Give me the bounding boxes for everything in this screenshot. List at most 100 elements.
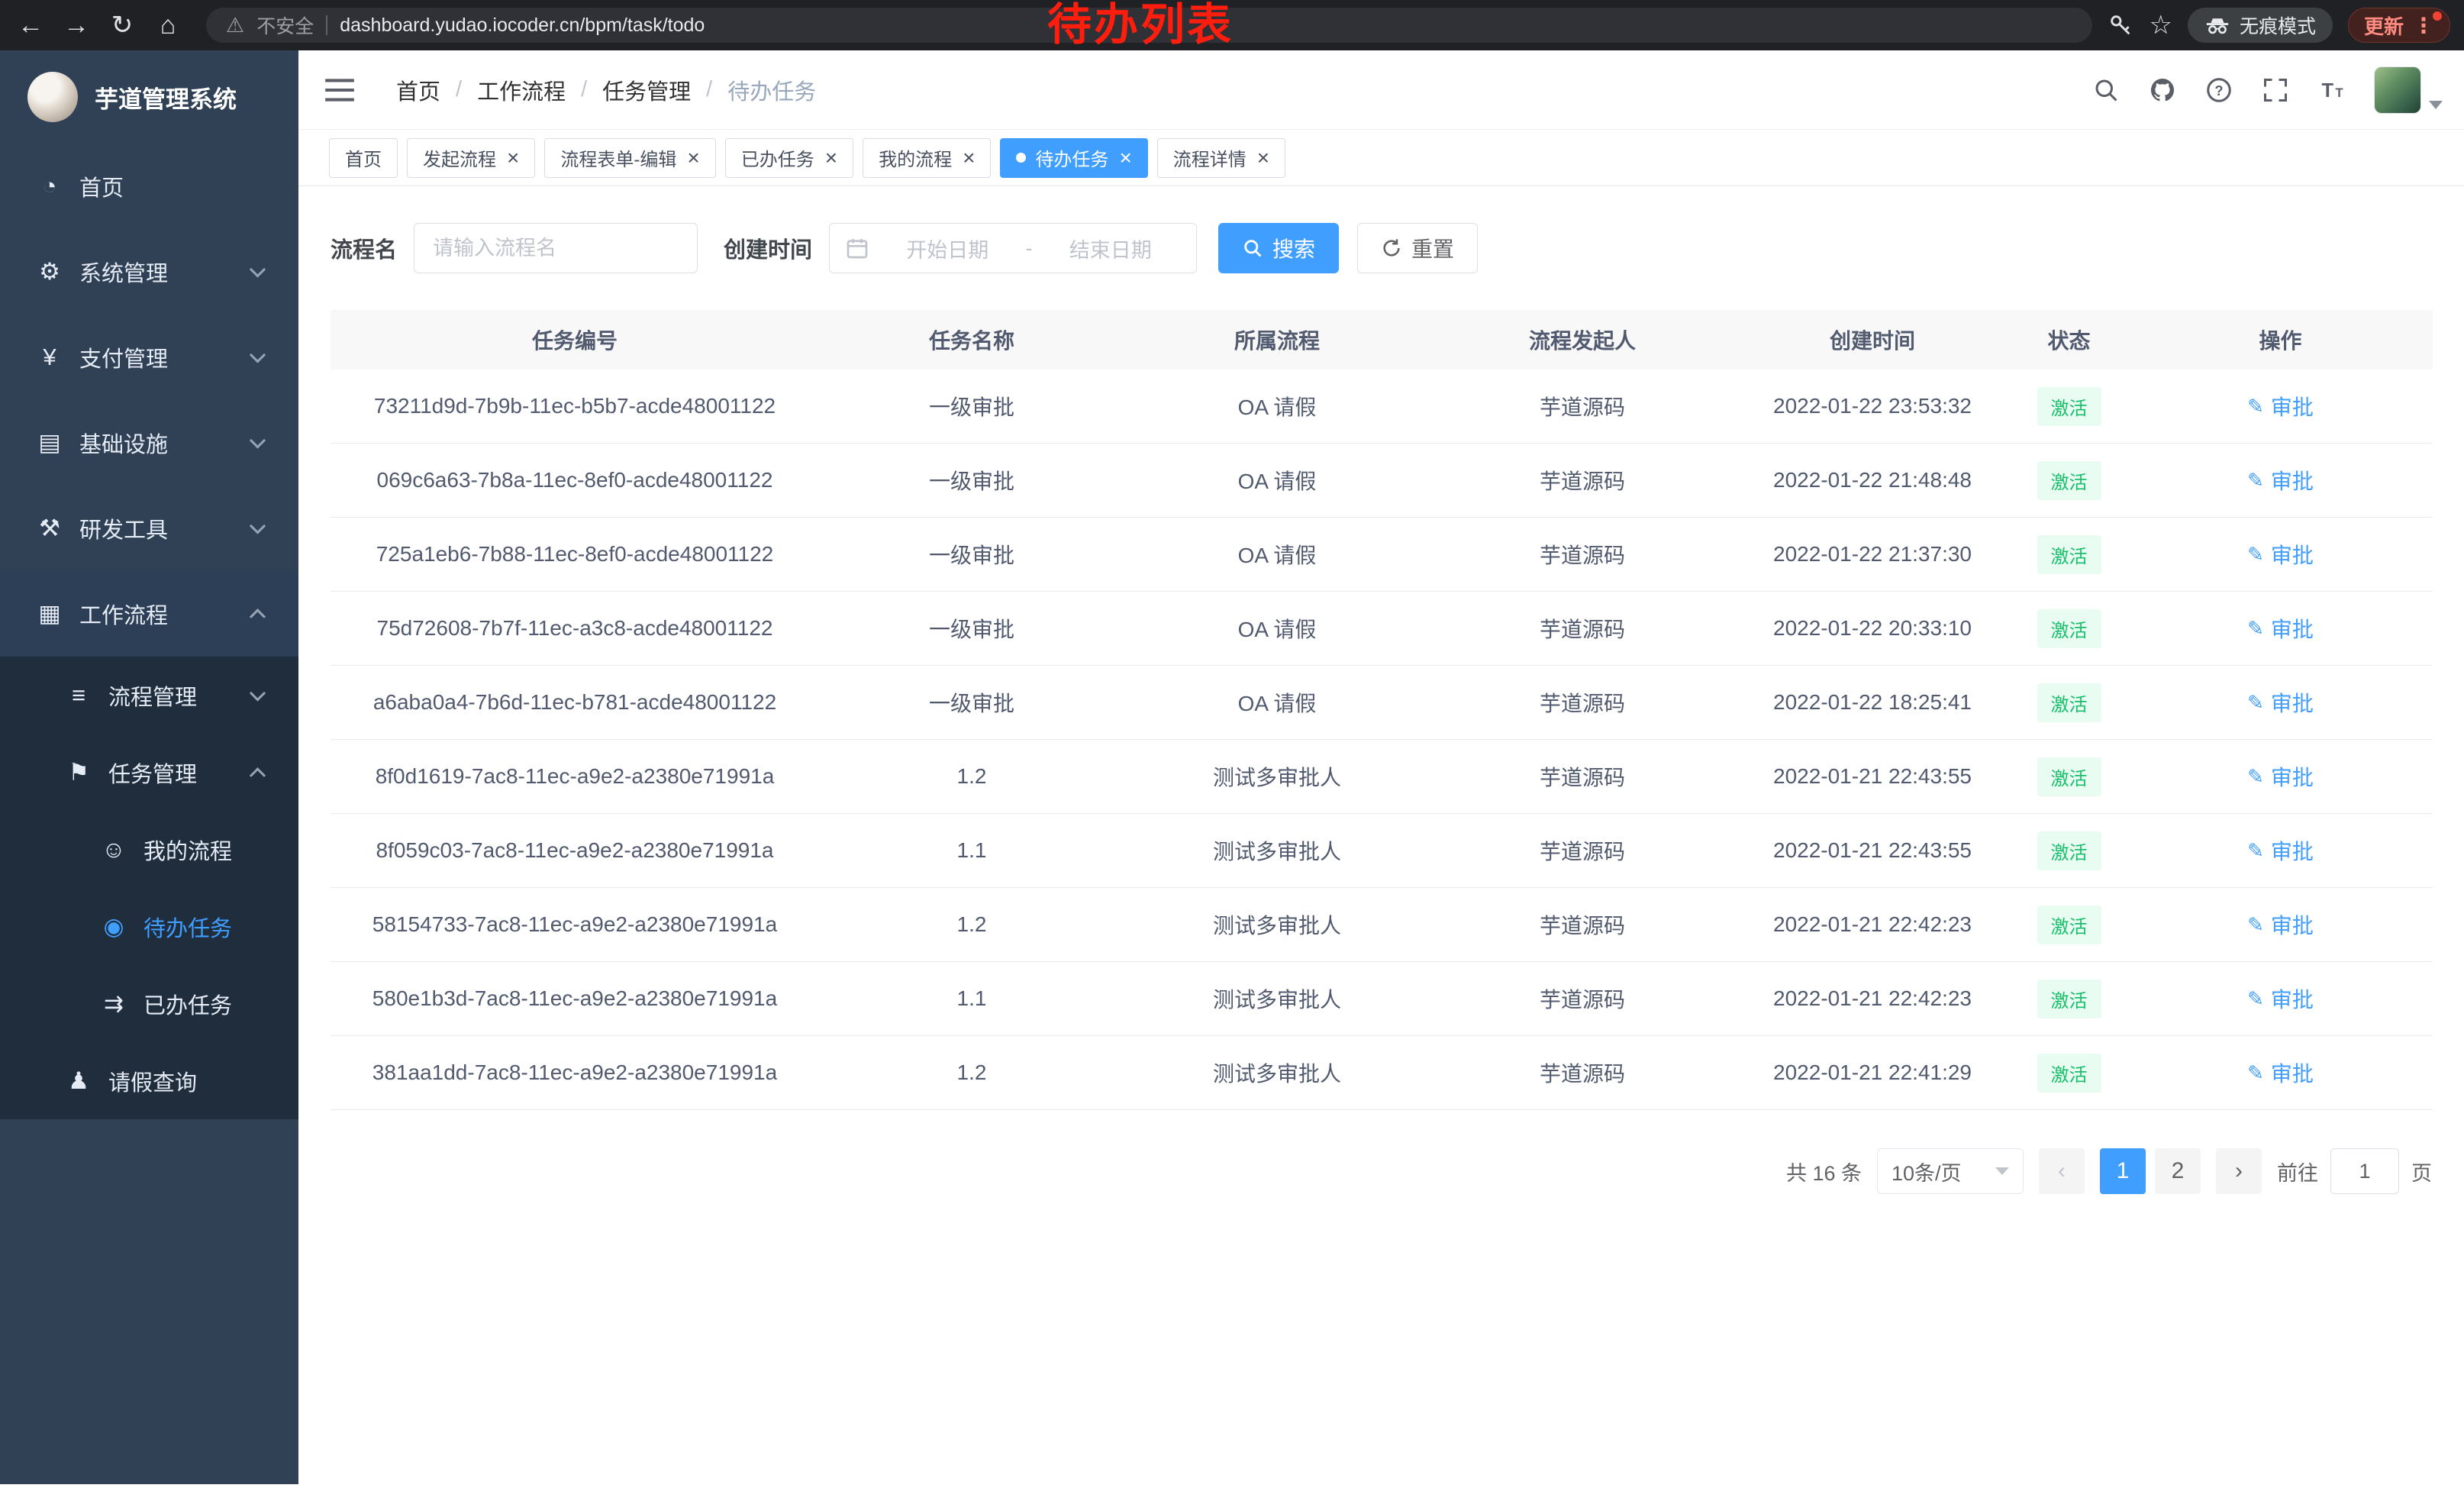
user-avatar-menu[interactable] xyxy=(2374,66,2443,114)
collapse-sidebar-icon[interactable] xyxy=(323,75,356,105)
sidebar-item-基础设施[interactable]: ▤基础设施 xyxy=(0,400,298,486)
sidebar-item-任务管理[interactable]: ⚑ 任务管理 xyxy=(0,734,298,811)
search-button[interactable]: 搜索 xyxy=(1218,223,1339,273)
task-flag-icon: ⚑ xyxy=(61,759,96,786)
approve-link[interactable]: ✎审批 xyxy=(2247,687,2314,718)
table-body: 73211d9d-7b9b-11ec-b5b7-acde48001122一级审批… xyxy=(331,370,2433,1110)
process-name-input[interactable] xyxy=(414,223,698,273)
font-size-icon[interactable]: T T xyxy=(2317,76,2346,105)
tab-流程表单-编辑[interactable]: 流程表单-编辑× xyxy=(544,138,715,178)
sidebar-item-流程管理[interactable]: ≡流程管理 xyxy=(0,657,298,734)
approve-link[interactable]: ✎审批 xyxy=(2247,539,2314,570)
password-key-icon[interactable] xyxy=(2108,12,2133,38)
reset-button[interactable]: 重置 xyxy=(1357,223,1478,273)
date-range-separator: - xyxy=(1026,237,1033,260)
update-browser-button[interactable]: 更新 ⋮ xyxy=(2348,8,2450,43)
breadcrumb-item-2[interactable]: 工作流程 xyxy=(477,74,566,106)
app-logo-image xyxy=(27,72,78,122)
table-row: 381aa1dd-7ac8-11ec-a9e2-a2380e71991a1.2测… xyxy=(331,1036,2433,1110)
sidebar-item-我的流程[interactable]: ☺我的流程 xyxy=(0,811,298,888)
reload-icon[interactable]: ↻ xyxy=(99,2,145,48)
help-icon[interactable]: ? xyxy=(2204,76,2233,105)
cell-process: OA 请假 xyxy=(1124,465,1430,495)
tab-close-icon[interactable]: × xyxy=(1119,147,1131,169)
cell-create-time: 2022-01-22 20:33:10 xyxy=(1735,616,2010,641)
tab-发起流程[interactable]: 发起流程× xyxy=(407,138,535,178)
tab-首页[interactable]: 首页 xyxy=(329,138,398,178)
table-row: 8f0d1619-7ac8-11ec-a9e2-a2380e71991a1.2测… xyxy=(331,740,2433,814)
cell-starter: 芋道源码 xyxy=(1430,539,1735,570)
table-row: 58154733-7ac8-11ec-a9e2-a2380e71991a1.2测… xyxy=(331,888,2433,962)
sidebar-item-已办任务[interactable]: ⇉已办任务 xyxy=(0,965,298,1042)
cell-create-time: 2022-01-22 23:53:32 xyxy=(1735,394,2010,418)
breadcrumb-item-1[interactable]: 首页 xyxy=(396,74,440,106)
browser-menu-dots-icon[interactable]: ⋮ xyxy=(2413,13,2434,38)
page-button-2[interactable]: 2 xyxy=(2155,1148,2201,1194)
cell-create-time: 2022-01-21 22:43:55 xyxy=(1735,764,2010,789)
github-icon[interactable] xyxy=(2148,76,2177,105)
tab-流程详情[interactable]: 流程详情× xyxy=(1157,138,1285,178)
sidebar-item-首页[interactable]: ◔首页 xyxy=(0,144,298,229)
approve-label: 审批 xyxy=(2271,835,2314,866)
approve-link[interactable]: ✎审批 xyxy=(2247,1057,2314,1088)
incognito-label: 无痕模式 xyxy=(2240,11,2316,39)
chevron-up-icon xyxy=(250,608,266,625)
back-icon[interactable]: ← xyxy=(8,2,53,48)
tab-close-icon[interactable]: × xyxy=(825,147,837,169)
tab-已办任务[interactable]: 已办任务 × xyxy=(725,138,853,178)
tab-close-icon[interactable]: × xyxy=(687,147,699,169)
table-row: 069c6a63-7b8a-11ec-8ef0-acde48001122一级审批… xyxy=(331,444,2433,518)
sidebar-item-待办任务[interactable]: ◉待办任务 xyxy=(0,888,298,965)
breadcrumb-separator: / xyxy=(706,77,712,102)
sidebar-item-label: 待办任务 xyxy=(144,911,232,943)
breadcrumb-separator: / xyxy=(581,77,587,102)
sidebar-item-工作流程[interactable]: ▦工作流程 xyxy=(0,571,298,657)
approve-link[interactable]: ✎审批 xyxy=(2247,761,2314,792)
approve-link[interactable]: ✎审批 xyxy=(2247,613,2314,644)
approve-link[interactable]: ✎审批 xyxy=(2247,835,2314,866)
page-number-list: 12 xyxy=(2100,1148,2201,1194)
sidebar-item-请假查询[interactable]: ♟请假查询 xyxy=(0,1042,298,1119)
page-button-1[interactable]: 1 xyxy=(2100,1148,2146,1194)
search-icon[interactable] xyxy=(2091,76,2121,105)
cell-starter: 芋道源码 xyxy=(1430,983,1735,1014)
cell-action: ✎审批 xyxy=(2128,983,2433,1014)
tab-待办任务[interactable]: 待办任务 × xyxy=(1000,138,1147,178)
tab-label: 待办任务 xyxy=(1035,144,1108,171)
tab-close-icon[interactable]: × xyxy=(963,147,975,169)
page-size-select[interactable]: 10条/页 xyxy=(1877,1148,2024,1194)
cell-action: ✎审批 xyxy=(2128,1057,2433,1088)
tab-close-icon[interactable]: × xyxy=(507,147,519,169)
sidebar-item-label: 任务管理 xyxy=(108,757,197,789)
fullscreen-icon[interactable] xyxy=(2261,76,2290,105)
tab-close-icon[interactable]: × xyxy=(1257,147,1269,169)
bookmark-star-icon[interactable]: ☆ xyxy=(2149,2,2172,48)
tab-我的流程[interactable]: 我的流程× xyxy=(863,138,991,178)
sidebar-item-系统管理[interactable]: ⚙系统管理 xyxy=(0,229,298,315)
approve-link[interactable]: ✎审批 xyxy=(2247,391,2314,421)
approve-link[interactable]: ✎审批 xyxy=(2247,983,2314,1014)
column-header-状态: 状态 xyxy=(2010,324,2128,355)
column-header-任务名称: 任务名称 xyxy=(819,324,1124,355)
status-badge: 激活 xyxy=(2037,461,2101,500)
sidebar-item-支付管理[interactable]: ¥支付管理 xyxy=(0,315,298,400)
prev-page-button[interactable]: ‹ xyxy=(2039,1148,2085,1194)
approve-link[interactable]: ✎审批 xyxy=(2247,465,2314,495)
status-badge: 激活 xyxy=(2037,387,2101,426)
cell-task-id: 725a1eb6-7b88-11ec-8ef0-acde48001122 xyxy=(331,542,819,567)
home-icon[interactable]: ⌂ xyxy=(145,2,191,48)
approve-link[interactable]: ✎审批 xyxy=(2247,909,2314,940)
cell-task-name: 1.1 xyxy=(819,838,1124,863)
sidebar-item-研发工具[interactable]: ⚒研发工具 xyxy=(0,486,298,571)
forward-icon[interactable]: → xyxy=(53,2,99,48)
breadcrumb-item-3[interactable]: 任务管理 xyxy=(602,74,691,106)
edit-pen-icon: ✎ xyxy=(2247,543,2264,567)
table-row: a6aba0a4-7b6d-11ec-b781-acde48001122一级审批… xyxy=(331,666,2433,740)
next-page-button[interactable]: › xyxy=(2216,1148,2262,1194)
app-logo-row[interactable]: 芋道管理系统 xyxy=(0,50,298,144)
tab-label: 已办任务 xyxy=(741,144,814,171)
edit-pen-icon: ✎ xyxy=(2247,913,2264,937)
cell-create-time: 2022-01-22 21:37:30 xyxy=(1735,542,2010,567)
goto-page-input[interactable] xyxy=(2330,1148,2399,1194)
date-range-picker[interactable]: 开始日期 - 结束日期 xyxy=(829,223,1197,273)
